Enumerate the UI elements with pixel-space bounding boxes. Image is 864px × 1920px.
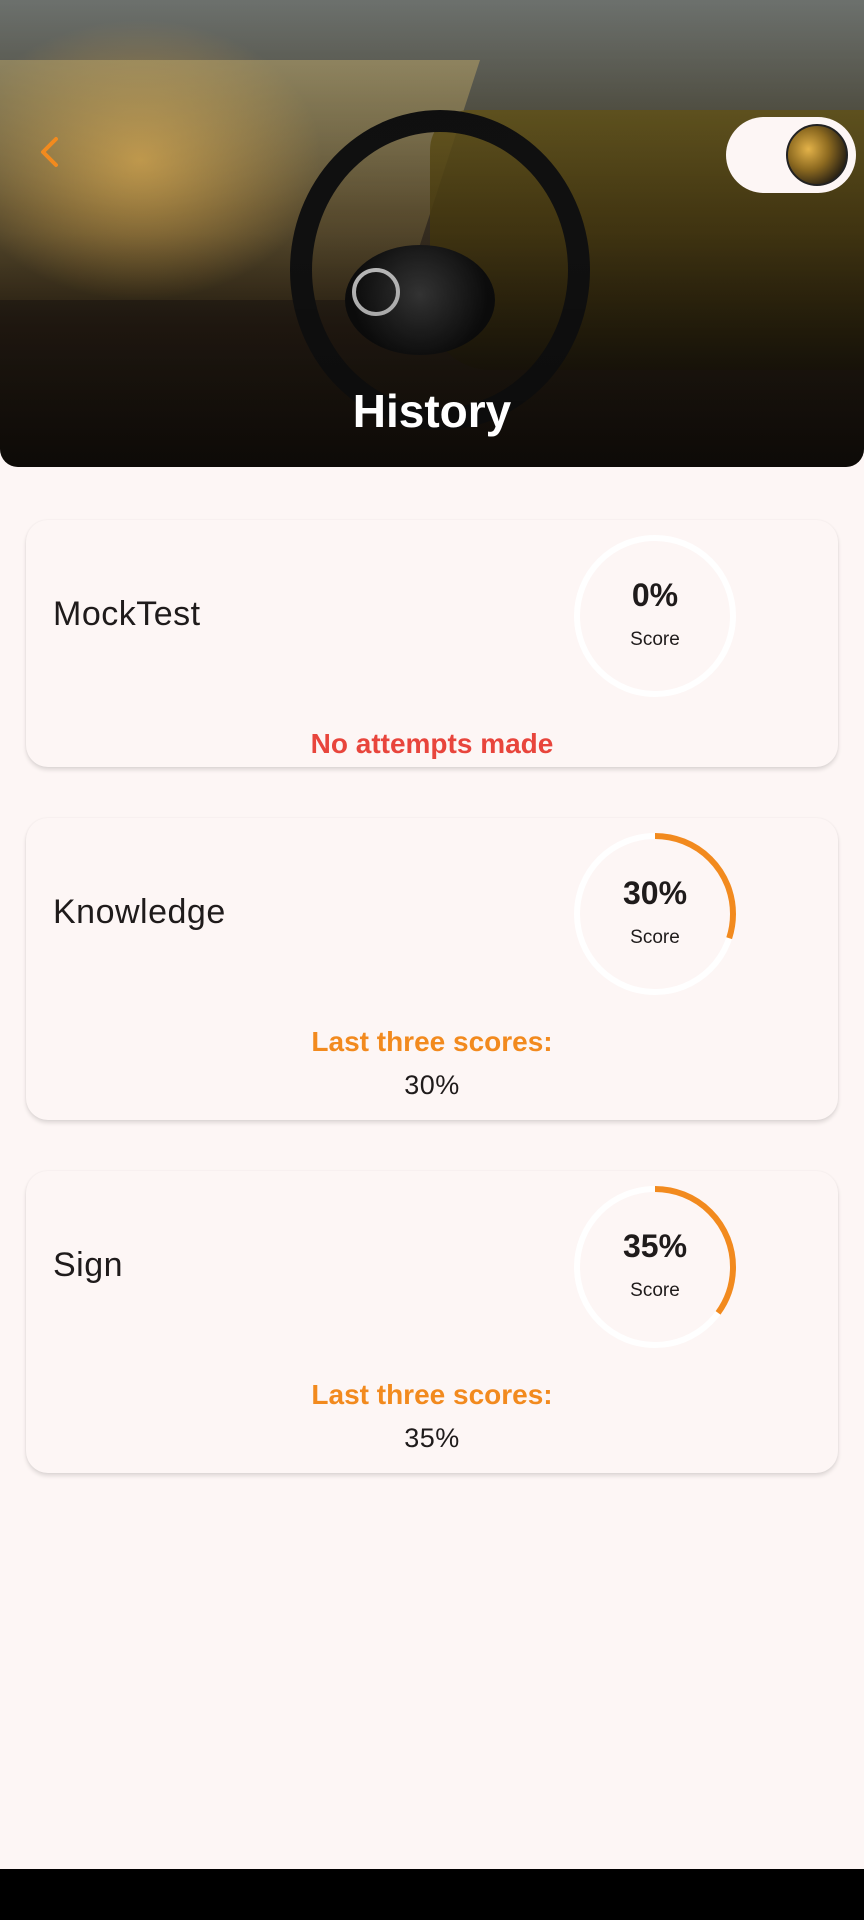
card-title: Knowledge bbox=[53, 893, 226, 931]
last-scores-values: 30% bbox=[404, 1070, 460, 1100]
card-title: Sign bbox=[53, 1246, 124, 1284]
score-percent: 35% bbox=[622, 1228, 688, 1264]
last-scores-heading: Last three scores: bbox=[311, 1026, 553, 1057]
last-scores-heading: Last three scores: bbox=[311, 1379, 553, 1410]
theme-toggle[interactable] bbox=[726, 117, 856, 193]
history-card-sign[interactable]: Sign 35% Score Last three scores: 35% bbox=[26, 1171, 838, 1473]
score-label: Score bbox=[630, 927, 680, 948]
toggle-thumb-avatar bbox=[786, 124, 848, 186]
history-card-knowledge[interactable]: Knowledge 30% Score Last three scores: 3… bbox=[26, 818, 838, 1120]
history-card-mocktest[interactable]: MockTest 0% Score No attempts made bbox=[26, 520, 838, 767]
score-ring: 30% Score bbox=[572, 831, 738, 997]
system-navigation-bar bbox=[0, 1869, 864, 1920]
no-attempts-message: No attempts made bbox=[310, 728, 554, 759]
last-scores-values: 35% bbox=[404, 1423, 460, 1453]
score-percent: 0% bbox=[631, 577, 679, 613]
score-percent: 30% bbox=[622, 875, 688, 911]
back-button[interactable] bbox=[28, 130, 72, 174]
score-ring: 35% Score bbox=[572, 1184, 738, 1350]
score-label: Score bbox=[630, 1280, 680, 1301]
score-ring: 0% Score bbox=[572, 533, 738, 699]
chevron-left-icon bbox=[41, 137, 58, 167]
page-title: History bbox=[352, 385, 512, 437]
score-label: Score bbox=[630, 629, 680, 650]
card-title: MockTest bbox=[53, 595, 201, 633]
